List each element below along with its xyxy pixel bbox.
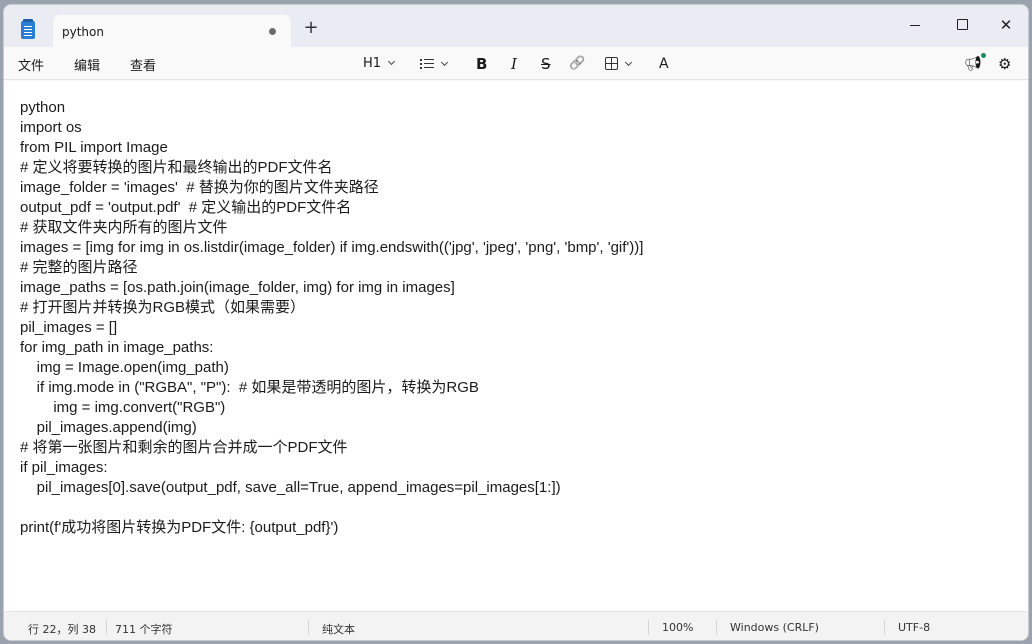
cursor-position: 行 22，列 38	[28, 623, 96, 636]
code-line[interactable]: if pil_images:	[20, 458, 643, 478]
code-line[interactable]: pil_images.append(img)	[20, 418, 643, 438]
code-line[interactable]: from PIL import Image	[20, 138, 643, 158]
char-count: 711 个字符	[115, 623, 173, 636]
code-line[interactable]: images = [img for img in os.listdir(imag…	[20, 238, 643, 258]
divider	[106, 620, 107, 635]
status-bar: 行 22，列 38 711 个字符 纯文本 100% Windows (CRLF…	[4, 611, 1028, 640]
table-icon	[605, 57, 618, 70]
menu-toolbar: 文件 编辑 查看 H1 B I S 🔗 A 📢︎ ⚙︎	[4, 47, 1028, 80]
gear-icon: ⚙︎	[998, 55, 1012, 73]
code-line[interactable]: print(f'成功将图片转换为PDF文件: {output_pdf}')	[20, 518, 643, 538]
spellcheck-icon: A	[659, 56, 669, 72]
list-icon	[420, 59, 434, 69]
code-line[interactable]	[20, 498, 643, 518]
code-line[interactable]: pil_images = []	[20, 318, 643, 338]
encoding[interactable]: UTF-8	[898, 621, 930, 634]
italic-button[interactable]: I	[511, 55, 517, 73]
notification-dot-icon	[981, 53, 986, 58]
code-line[interactable]: import os	[20, 118, 643, 138]
divider	[308, 620, 309, 635]
divider	[716, 620, 717, 635]
megaphone-icon: 📢︎	[964, 56, 982, 72]
spellcheck-button[interactable]: A	[659, 55, 669, 73]
editor-content[interactable]: python import os from PIL import Image # 定义…	[20, 98, 643, 538]
bold-button[interactable]: B	[476, 55, 487, 73]
minimize-button[interactable]	[893, 11, 937, 39]
code-line[interactable]: if img.mode in ("RGBA", "P"): # 如果是带透明的图…	[20, 378, 643, 398]
copilot-button[interactable]: 📢︎	[964, 55, 982, 73]
code-line[interactable]: # 完整的图片路径	[20, 258, 643, 278]
code-line[interactable]: img = img.convert("RGB")	[20, 398, 643, 418]
close-button[interactable]: ✕	[984, 11, 1028, 39]
divider	[648, 620, 649, 635]
heading-label: H1	[363, 56, 382, 71]
maximize-button[interactable]	[939, 11, 983, 39]
code-line[interactable]: image_paths = [os.path.join(image_folder…	[20, 278, 643, 298]
title-bar: python + ✕	[4, 5, 1028, 47]
text-format[interactable]: 纯文本	[322, 621, 355, 637]
code-line[interactable]: # 获取文件夹内所有的图片文件	[20, 218, 643, 238]
code-line[interactable]: img = Image.open(img_path)	[20, 358, 643, 378]
tab-title: python	[62, 25, 104, 39]
chevron-down-icon	[388, 57, 396, 66]
text-editor[interactable]: python import os from PIL import Image # 定义…	[4, 81, 1028, 611]
code-line[interactable]: # 将第一张图片和剩余的图片合并成一个PDF文件	[20, 438, 643, 458]
link-button[interactable]: 🔗	[569, 55, 585, 73]
menu-view[interactable]: 查看	[130, 55, 156, 74]
heading-dropdown[interactable]: H1	[363, 55, 396, 73]
line-ending[interactable]: Windows (CRLF)	[730, 621, 819, 634]
code-line[interactable]: image_folder = 'images' # 替换为你的图片文件夹路径	[20, 178, 643, 198]
menu-edit[interactable]: 编辑	[74, 55, 100, 74]
link-icon: 🔗	[569, 56, 586, 71]
settings-button[interactable]: ⚙︎	[998, 55, 1011, 73]
list-dropdown[interactable]	[420, 55, 449, 73]
divider	[884, 620, 885, 635]
tab-python[interactable]: python	[53, 15, 291, 47]
code-line[interactable]: python	[20, 98, 643, 118]
unsaved-dot-icon[interactable]	[269, 28, 276, 35]
chevron-down-icon	[440, 58, 449, 67]
notepad-window: python + ✕ 文件 编辑 查看 H1 B I S 🔗 A 📢︎ ⚙︎ p…	[3, 4, 1029, 641]
code-line[interactable]: for img_path in image_paths:	[20, 338, 643, 358]
table-dropdown[interactable]	[605, 55, 633, 73]
code-line[interactable]: pil_images[0].save(output_pdf, save_all=…	[20, 478, 643, 498]
zoom-level[interactable]: 100%	[662, 621, 693, 634]
menu-file[interactable]: 文件	[18, 55, 44, 74]
new-tab-button[interactable]: +	[303, 19, 319, 37]
strikethrough-button[interactable]: S	[541, 55, 551, 73]
notepad-icon	[21, 19, 35, 39]
code-line[interactable]: # 打开图片并转换为RGB模式（如果需要）	[20, 298, 643, 318]
code-line[interactable]: # 定义将要转换的图片和最终输出的PDF文件名	[20, 158, 643, 178]
code-line[interactable]: output_pdf = 'output.pdf' # 定义输出的PDF文件名	[20, 198, 643, 218]
chevron-down-icon	[624, 58, 633, 67]
